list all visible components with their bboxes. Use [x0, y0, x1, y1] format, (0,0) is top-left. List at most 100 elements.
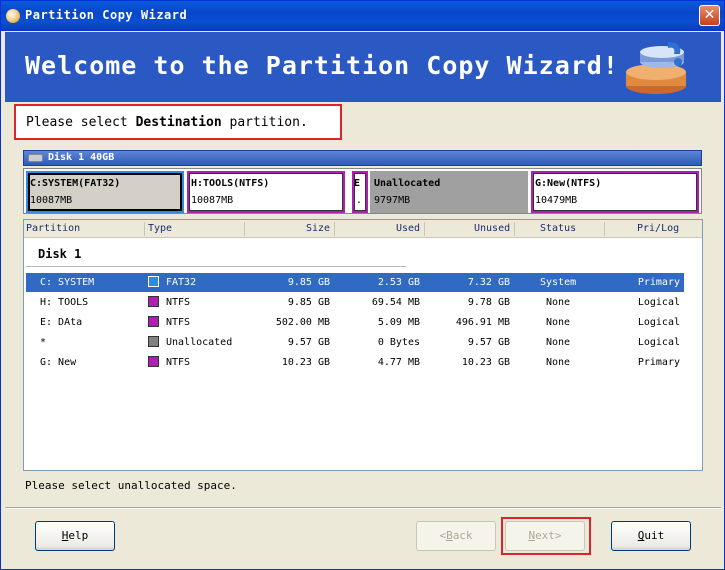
cell-size: 502.00 MB — [275, 317, 330, 328]
cell-unused: 9.78 GB — [467, 297, 510, 308]
segment-size: 10087MB — [191, 195, 234, 206]
cell-type: NTFS — [166, 297, 191, 308]
wizard-content: Please select Destination partition. Dis… — [5, 102, 721, 506]
disk-label: Disk 1 40GB — [48, 152, 115, 163]
close-button[interactable]: ✕ — [699, 5, 720, 26]
app-icon — [6, 9, 20, 23]
close-icon: ✕ — [703, 7, 716, 23]
disk-segment-g[interactable]: G:New(NTFS) 10479MB — [531, 171, 699, 213]
segment-size: 10479MB — [535, 195, 578, 206]
window-title: Partition Copy Wizard — [25, 8, 188, 22]
column-divider[interactable] — [144, 222, 145, 236]
cell-status: None — [546, 317, 571, 328]
column-divider[interactable] — [514, 222, 515, 236]
partition-color-swatch — [148, 296, 159, 307]
partition-copy-icon — [626, 42, 686, 94]
disk-segment-e[interactable]: E . — [352, 171, 368, 213]
title-bar[interactable]: Partition Copy Wizard ✕ — [1, 1, 724, 31]
disk-icon — [28, 154, 43, 162]
column-divider[interactable] — [334, 222, 335, 236]
cell-type: NTFS — [166, 317, 191, 328]
column-type[interactable]: Type — [148, 223, 172, 234]
cell-partition: H: TOOLS — [40, 297, 89, 308]
cell-unused: 9.57 GB — [467, 337, 510, 348]
cell-used: 4.77 MB — [377, 357, 420, 368]
status-message: Please select unallocated space. — [25, 479, 237, 492]
column-unused[interactable]: Unused — [474, 223, 510, 234]
column-size[interactable]: Size — [306, 223, 330, 234]
instruction-suffix: partition. — [221, 115, 308, 130]
back-label: ack — [452, 529, 473, 542]
cell-size: 9.85 GB — [287, 297, 330, 308]
instruction-emphasis: Destination — [135, 115, 222, 130]
column-divider[interactable] — [424, 222, 425, 236]
cell-size: 9.57 GB — [287, 337, 330, 348]
segment-label: H:TOOLS(NTFS) — [191, 178, 270, 189]
partition-color-swatch — [148, 276, 159, 287]
instruction-box: Please select Destination partition. — [14, 104, 342, 140]
partition-color-swatch — [148, 336, 159, 347]
segment-label: Unallocated — [374, 178, 441, 189]
back-mnemonic: B — [446, 529, 453, 542]
partition-row-g[interactable]: G: New NTFS 10.23 GB 4.77 MB 10.23 GB No… — [26, 353, 684, 372]
cell-prilog: Primary — [637, 277, 680, 288]
instruction-prefix: Please select — [26, 115, 136, 130]
partition-row-h[interactable]: H: TOOLS NTFS 9.85 GB 69.54 MB 9.78 GB N… — [26, 293, 684, 312]
cell-partition: G: New — [40, 357, 77, 368]
help-button[interactable]: Help — [35, 521, 115, 551]
banner-title: Welcome to the Partition Copy Wizard! — [25, 51, 619, 80]
segment-label: C:SYSTEM(FAT32) — [30, 178, 121, 189]
column-divider[interactable] — [604, 222, 605, 236]
cell-status: None — [546, 337, 571, 348]
disk-map: C:SYSTEM(FAT32) 10087MB H:TOOLS(NTFS) 10… — [23, 168, 702, 214]
footer-divider — [5, 507, 721, 509]
cell-used: 0 Bytes — [377, 337, 420, 348]
cell-status: System — [540, 277, 577, 288]
group-divider — [26, 266, 406, 267]
disk-segment-h[interactable]: H:TOOLS(NTFS) 10087MB — [187, 171, 345, 213]
cell-unused: 496.91 MB — [455, 317, 510, 328]
cell-type: NTFS — [166, 357, 191, 368]
column-used[interactable]: Used — [396, 223, 420, 234]
cell-unused: 10.23 GB — [461, 357, 510, 368]
next-button-highlight — [501, 517, 591, 555]
disk-group-label: Disk 1 — [38, 247, 82, 261]
back-button[interactable]: <Back — [416, 521, 496, 551]
cell-used: 69.54 MB — [371, 297, 420, 308]
cell-prilog: Logical — [637, 337, 680, 348]
cell-type: FAT32 — [166, 277, 197, 288]
column-partition[interactable]: Partition — [26, 223, 80, 234]
partition-color-swatch — [148, 316, 159, 327]
cell-prilog: Logical — [637, 317, 680, 328]
cell-prilog: Logical — [637, 297, 680, 308]
cell-status: None — [546, 357, 571, 368]
cell-status: None — [546, 297, 571, 308]
segment-label: E — [354, 178, 361, 189]
column-status[interactable]: Status — [540, 223, 576, 234]
cell-prilog: Primary — [637, 357, 680, 368]
quit-label: uit — [644, 529, 665, 542]
cell-partition: * — [40, 337, 47, 348]
instruction-text: Please select Destination partition. — [26, 115, 308, 130]
column-divider[interactable] — [244, 222, 245, 236]
segment-label: G:New(NTFS) — [535, 178, 602, 189]
cell-used: 5.09 MB — [377, 317, 420, 328]
wizard-banner: Welcome to the Partition Copy Wizard! — [5, 32, 721, 102]
cell-unused: 7.32 GB — [467, 277, 510, 288]
partition-row-e[interactable]: E: DAta NTFS 502.00 MB 5.09 MB 496.91 MB… — [26, 313, 684, 332]
partition-row-unallocated[interactable]: * Unallocated 9.57 GB 0 Bytes 9.57 GB No… — [26, 333, 684, 352]
cell-size: 9.85 GB — [287, 277, 330, 288]
disk-header[interactable]: Disk 1 40GB — [23, 150, 702, 166]
segment-size: . — [356, 195, 363, 206]
disk-segment-unallocated[interactable]: Unallocated 9797MB — [370, 171, 528, 213]
quit-button[interactable]: Quit — [611, 521, 691, 551]
column-prilog[interactable]: Pri/Log — [637, 223, 679, 234]
wizard-window: Partition Copy Wizard ✕ Welcome to the P… — [0, 0, 725, 570]
segment-size: 10087MB — [30, 195, 73, 206]
partition-list[interactable]: Partition Type Size Used Unused Status P… — [23, 219, 703, 471]
disk-segment-c[interactable]: C:SYSTEM(FAT32) 10087MB — [26, 171, 184, 213]
list-header: Partition Type Size Used Unused Status P… — [24, 220, 702, 238]
cell-used: 2.53 GB — [377, 277, 420, 288]
partition-row-c[interactable]: C: SYSTEM FAT32 9.85 GB 2.53 GB 7.32 GB … — [26, 273, 684, 292]
cell-partition: E: DAta — [40, 317, 83, 328]
